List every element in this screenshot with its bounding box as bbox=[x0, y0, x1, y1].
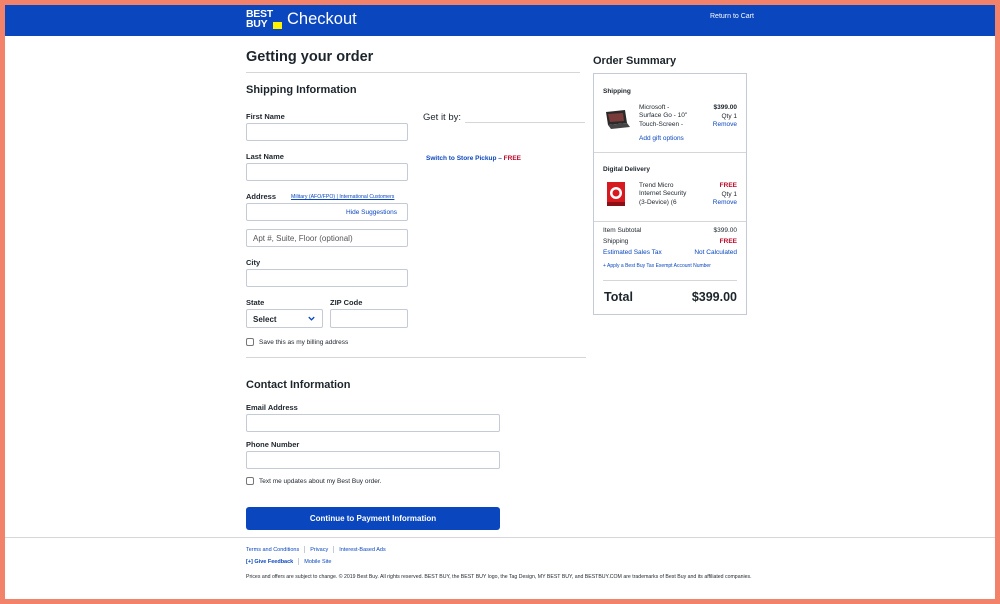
state-select-value: Select bbox=[253, 315, 277, 324]
summary-shipping-heading: Shipping bbox=[603, 88, 631, 95]
page-title: Getting your order bbox=[246, 49, 374, 65]
contact-heading: Contact Information bbox=[246, 379, 351, 391]
email-label: Email Address bbox=[246, 403, 298, 412]
shipping-heading: Shipping Information bbox=[246, 84, 357, 96]
billing-checkbox-label: Save this as my billing address bbox=[259, 339, 349, 346]
summary-shipping-label: Shipping bbox=[603, 238, 629, 245]
state-label: State bbox=[246, 298, 265, 307]
text-updates-label: Text me updates about my Best Buy order. bbox=[259, 478, 382, 485]
item1-name-line1: Microsoft - bbox=[639, 104, 670, 111]
logo-tag-icon bbox=[273, 22, 282, 29]
item1-price: $399.00 bbox=[713, 104, 738, 111]
best-buy-logo[interactable]: BEST BUY bbox=[246, 8, 282, 31]
tax-exempt-link[interactable]: + Apply a Best Buy Tax Exempt Account Nu… bbox=[603, 262, 711, 270]
terms-link[interactable]: Terms and Conditions bbox=[246, 547, 299, 553]
item1-name-line3: Touch-Screen - bbox=[639, 120, 684, 128]
first-name-label: First Name bbox=[246, 112, 285, 121]
surface-go-product-icon[interactable] bbox=[603, 108, 631, 130]
footer-divider bbox=[5, 537, 995, 538]
interest-based-ads-link[interactable]: Interest-Based Ads bbox=[339, 547, 385, 553]
phone-label: Phone Number bbox=[246, 440, 300, 449]
state-select[interactable]: Select bbox=[246, 309, 323, 328]
get-it-by-label: Get it by: bbox=[423, 112, 462, 123]
return-to-cart-link[interactable]: Return to Cart bbox=[710, 13, 754, 20]
item2-name[interactable]: Trend Micro Internet Security (3-Device)… bbox=[639, 182, 686, 207]
estimated-sales-tax-link[interactable]: Estimated Sales Tax bbox=[603, 249, 662, 257]
header-bar: BEST BUY Checkout Return to Cart bbox=[5, 5, 995, 36]
subtotal-label: Item Subtotal bbox=[603, 227, 642, 234]
feedback-icon: [+] bbox=[246, 558, 253, 565]
text-updates-checkbox[interactable] bbox=[246, 477, 254, 485]
zip-label: ZIP Code bbox=[330, 298, 363, 307]
summary-shipping-value: FREE bbox=[719, 238, 737, 245]
city-field[interactable] bbox=[246, 269, 408, 287]
logo-text-line2: BUY bbox=[246, 18, 268, 30]
give-feedback-link[interactable]: [+] Give Feedback bbox=[246, 559, 293, 565]
switch-pickup-text: Switch to Store Pickup – bbox=[426, 155, 504, 162]
checkout-title: Checkout bbox=[287, 10, 357, 28]
footer-links-2: [+] Give Feedback Mobile Site bbox=[246, 558, 331, 565]
item2-remove-link[interactable]: Remove bbox=[713, 199, 737, 207]
apt-suite-field[interactable]: Apt #, Suite, Floor (optional) bbox=[246, 229, 408, 247]
order-summary-box: Shipping Microsoft - Surface Go - 10" To… bbox=[593, 73, 747, 315]
privacy-link[interactable]: Privacy bbox=[310, 547, 328, 553]
page: BEST BUY Checkout Return to Cart Getting… bbox=[5, 5, 995, 599]
zip-field[interactable] bbox=[330, 309, 408, 328]
hide-suggestions-link[interactable]: Hide Suggestions bbox=[346, 209, 397, 216]
get-it-by-divider bbox=[465, 122, 585, 123]
total-value: $399.00 bbox=[691, 290, 737, 304]
summary-divider-3 bbox=[603, 280, 737, 281]
give-feedback-label: Give Feedback bbox=[254, 558, 294, 565]
item1-name[interactable]: Microsoft - Surface Go - 10" Touch-Scree… bbox=[639, 104, 687, 129]
item2-name-line1: Trend Micro bbox=[639, 182, 674, 189]
continue-to-payment-button[interactable]: Continue to Payment Information bbox=[246, 507, 500, 530]
order-summary-title: Order Summary bbox=[593, 55, 677, 67]
item2-price: FREE bbox=[719, 182, 737, 189]
footer-links: Terms and Conditions Privacy Interest-Base… bbox=[246, 546, 386, 553]
total-label: Total bbox=[604, 290, 633, 304]
section-divider bbox=[246, 357, 586, 358]
summary-divider-1 bbox=[594, 152, 746, 153]
billing-checkbox[interactable] bbox=[246, 338, 254, 346]
military-international-links[interactable]: Military (AFO/FPO) | International Custo… bbox=[291, 194, 394, 200]
city-label: City bbox=[246, 258, 261, 267]
phone-field[interactable] bbox=[246, 451, 500, 469]
summary-divider-2 bbox=[594, 221, 746, 222]
footer-separator bbox=[333, 546, 335, 553]
add-gift-options-link[interactable]: Add gift options bbox=[639, 135, 684, 143]
legal-text: Prices and offers are subject to change.… bbox=[246, 574, 752, 580]
subtotal-value: $399.00 bbox=[713, 227, 738, 234]
chevron-down-icon bbox=[308, 316, 315, 321]
footer-separator bbox=[304, 546, 306, 553]
footer-separator bbox=[298, 558, 300, 565]
item1-remove-link[interactable]: Remove bbox=[713, 121, 737, 129]
address-label: Address bbox=[246, 192, 277, 201]
mobile-site-link[interactable]: Mobile Site bbox=[304, 559, 331, 565]
switch-pickup-free: FREE bbox=[503, 155, 521, 162]
sales-tax-value: Not Calculated bbox=[694, 249, 737, 256]
item2-name-line3: (3-Device) (6 bbox=[639, 198, 677, 206]
switch-to-store-pickup-link[interactable]: Switch to Store Pickup – FREE bbox=[426, 155, 521, 162]
last-name-label: Last Name bbox=[246, 152, 284, 161]
item1-name-line2: Surface Go - 10" bbox=[639, 112, 688, 120]
trend-micro-product-icon[interactable] bbox=[606, 181, 626, 207]
digital-delivery-heading: Digital Delivery bbox=[603, 166, 650, 173]
email-field[interactable] bbox=[246, 414, 500, 432]
first-name-field[interactable] bbox=[246, 123, 408, 141]
item2-name-line2: Internet Security bbox=[639, 190, 687, 198]
last-name-field[interactable] bbox=[246, 163, 408, 181]
title-divider bbox=[246, 72, 580, 73]
